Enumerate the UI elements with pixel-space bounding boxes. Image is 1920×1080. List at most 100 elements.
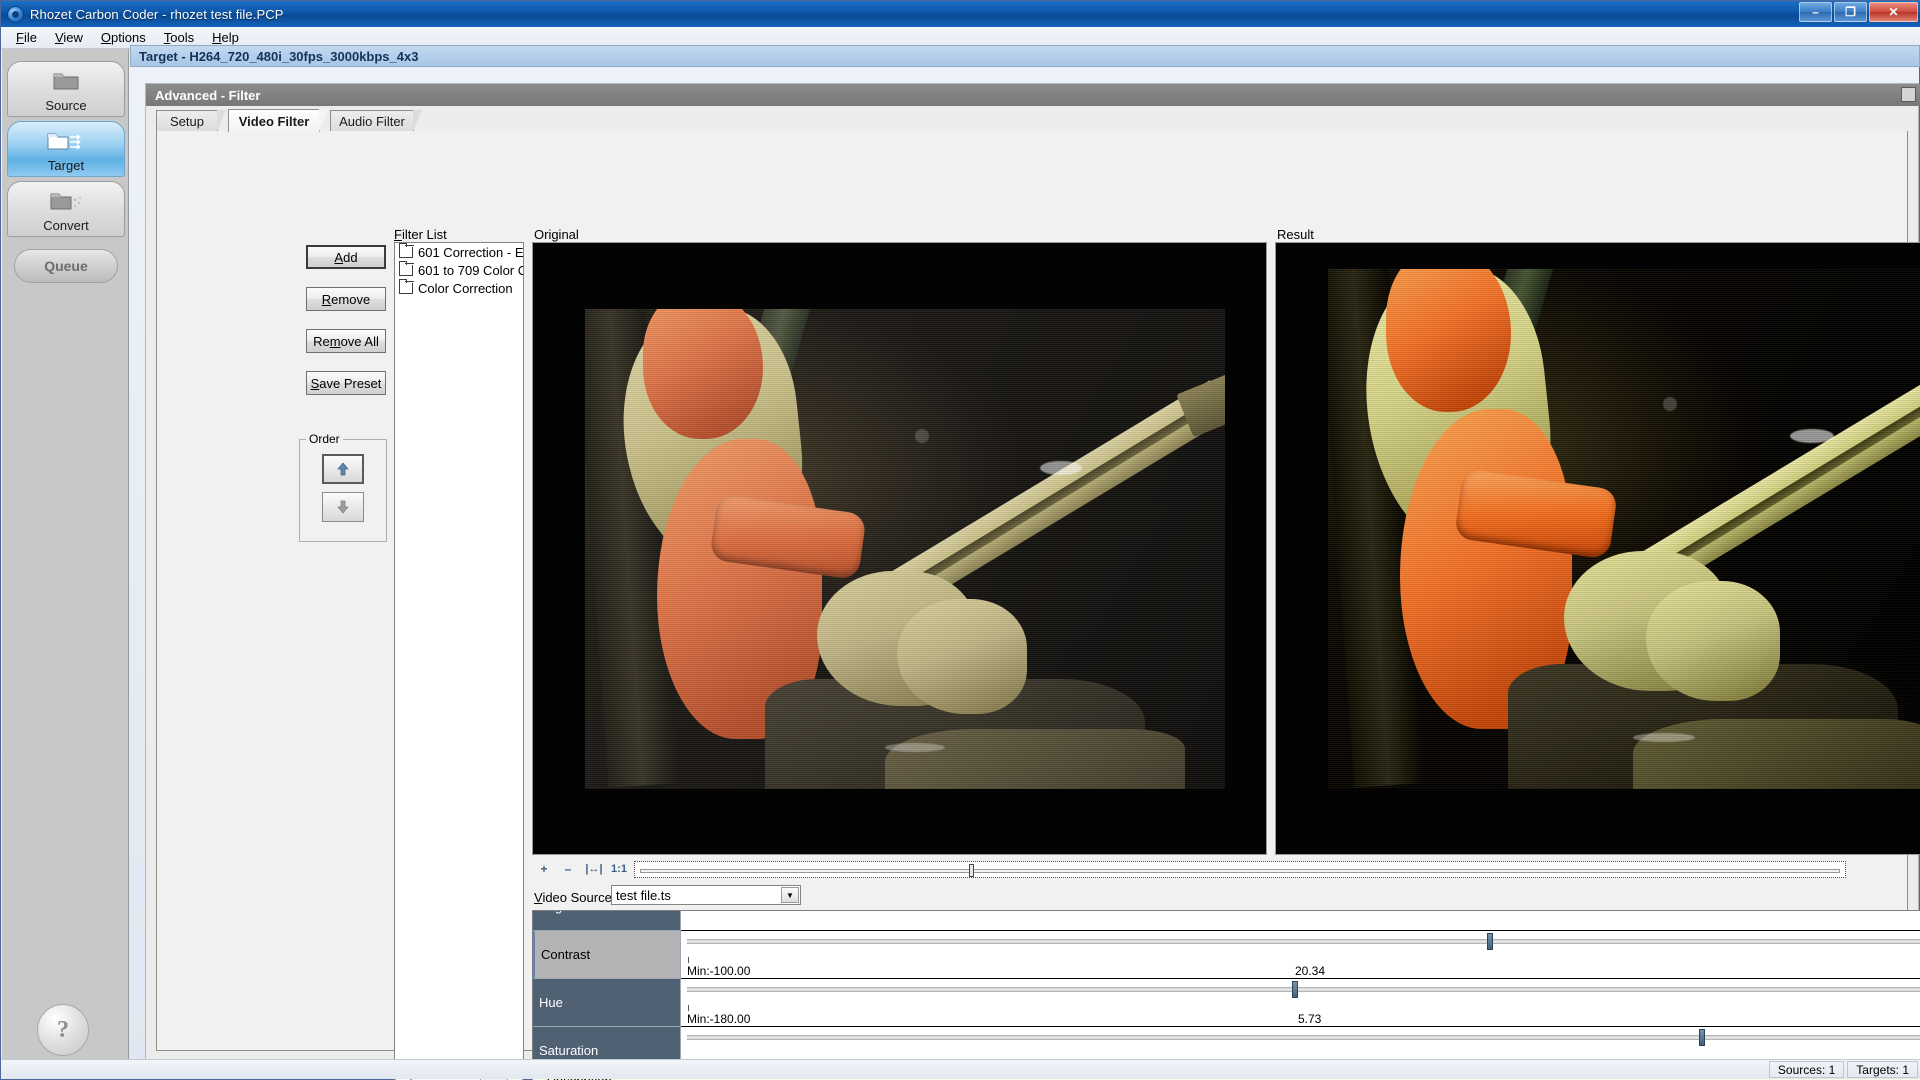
param-label: Saturation [539,1043,598,1058]
tab-setup[interactable]: Setup [156,110,218,131]
sidebar-item-convert[interactable]: Convert [7,181,125,237]
remove-button-label: Remove [322,292,370,307]
param-label: Contrast [541,947,590,962]
param-value-hue: 5.73 [1298,1012,1321,1026]
video-source-select[interactable]: test file.ts ▼ [611,885,801,905]
list-item[interactable]: Color Correction [395,279,523,297]
menu-view-rest: iew [63,30,83,45]
param-body-contrast: Min:-100.00 20.34 Max:100.00 [681,931,1920,979]
panel-title-text: Advanced - Filter [155,88,260,103]
status-bar: Sources: 1 Targets: 1 [1,1059,1920,1079]
preview-toolbar: + – |↔| 1:1 [534,860,1904,880]
filter-list[interactable]: 601 Correction - Expan 601 to 709 Color … [394,242,524,1074]
param-min-contrast: Min:-100.00 [687,964,750,978]
filter-item-label: Color Correction [418,281,513,296]
param-body-brightness: Min:-100.00 0.00 Max:100.00 [681,910,1920,931]
zoom-in-icon[interactable]: + [534,860,554,878]
tab-setup-label: Setup [170,114,204,129]
hue-slider-track[interactable] [687,1035,1920,1040]
app-globe-icon [7,6,24,23]
param-body-hue: Min:-180.00 5.73 Max:180.00 [681,979,1920,1027]
param-value-contrast: 20.34 [1295,964,1325,978]
result-preview-label: Result [1277,227,1314,242]
sidebar-label-target: Target [8,158,124,173]
param-body-saturation [681,1027,1920,1063]
save-preset-button-label: Save Preset [311,376,382,391]
table-row: Saturation [533,1027,1920,1063]
result-preview-image [1276,243,1920,854]
param-name-brightness[interactable]: Brightness [533,910,681,931]
sidebar-item-target[interactable]: Target [7,121,125,177]
folder-arrows-icon [46,128,86,157]
chevron-down-icon[interactable]: ▼ [781,887,799,903]
restore-icon[interactable] [1901,87,1916,102]
brightness-slider-thumb[interactable] [1487,933,1493,950]
original-preview-image [533,243,1266,854]
param-name-hue[interactable]: Hue [533,979,681,1027]
menu-help-rest: elp [222,30,239,45]
filter-parameters-grid: Brightness Min:-100.00 0.00 Max:100.00 C… [532,910,1920,1063]
panel-title-bar: Advanced - Filter [146,84,1920,106]
preview-position-slider[interactable] [634,861,1846,878]
folder-icon [51,68,81,97]
fit-width-icon[interactable]: |↔| [582,860,606,878]
save-preset-button[interactable]: Save Preset [306,371,386,395]
folder-icon [399,247,413,258]
tab-audio-filter-label: Audio Filter [339,114,405,129]
preview-slider-thumb[interactable] [969,864,974,877]
preview-slider-track [640,869,1840,873]
status-sources: Sources: 1 [1769,1061,1844,1078]
menu-item-view[interactable]: View [46,28,92,47]
sidebar: Source Target [2,49,129,1062]
table-row: Contrast Min:-100.00 20.34 Max:100.00 [533,931,1920,979]
param-name-saturation[interactable]: Saturation [533,1027,681,1063]
video-source-value: test file.ts [616,888,671,903]
menu-options-rest: ptions [111,30,146,45]
list-item[interactable]: 601 to 709 Color Corre [395,261,523,279]
sidebar-label-convert: Convert [8,218,124,233]
queue-button[interactable]: Queue [14,249,118,283]
add-button-label: Add [334,250,357,265]
param-label: Hue [539,995,563,1010]
actual-size-icon[interactable]: 1:1 [608,860,630,878]
window-controls: – ❐ ✕ [1799,2,1918,22]
folder-icon [399,265,413,276]
sidebar-label-source: Source [8,98,124,113]
maximize-button[interactable]: ❐ [1834,2,1867,22]
result-preview[interactable] [1275,242,1920,855]
tab-audio-filter[interactable]: Audio Filter [330,110,414,131]
list-item[interactable]: 601 Correction - Expan [395,243,523,261]
sidebar-item-source[interactable]: Source [7,61,125,117]
contrast-slider-thumb[interactable] [1292,981,1298,998]
remove-all-button-label: Remove All [313,334,379,349]
target-header-bar: Target - H264_720_480i_30fps_3000kbps_4x… [130,45,1920,67]
original-preview-label: Original [534,227,579,242]
add-button[interactable]: Add [306,245,386,269]
param-min-hue: Min:-180.00 [687,1012,750,1026]
zoom-out-icon[interactable]: – [558,860,578,878]
menu-tools-rest: ools [170,30,194,45]
menu-file-rest: ile [24,30,37,45]
param-name-contrast[interactable]: Contrast [533,931,681,979]
contrast-slider-track[interactable] [687,987,1920,992]
tab-video-filter[interactable]: Video Filter [228,109,320,132]
table-row: Hue Min:-180.00 5.73 Max:180.00 [533,979,1920,1027]
order-group: Order [299,439,387,542]
help-button[interactable]: ? [37,1004,89,1056]
order-group-label: Order [306,432,343,446]
remove-button[interactable]: Remove [306,287,386,311]
arrow-up-icon[interactable] [322,454,364,484]
close-window-button[interactable]: ✕ [1869,2,1918,22]
filter-item-label: 601 Correction - Expan [418,245,524,260]
menu-item-file[interactable]: File [7,28,46,47]
hue-slider-thumb[interactable] [1699,1029,1705,1046]
minimize-button[interactable]: – [1799,2,1832,22]
brightness-slider-track[interactable] [687,939,1920,944]
remove-all-button[interactable]: Remove All [306,329,386,353]
arrow-down-icon[interactable] [322,492,364,522]
original-preview[interactable] [532,242,1267,855]
window-title: Rhozet Carbon Coder - rhozet test file.P… [30,7,283,22]
title-bar: Rhozet Carbon Coder - rhozet test file.P… [1,1,1920,27]
param-label: Brightness [539,910,600,914]
filter-list-label: Filter List [394,227,447,242]
